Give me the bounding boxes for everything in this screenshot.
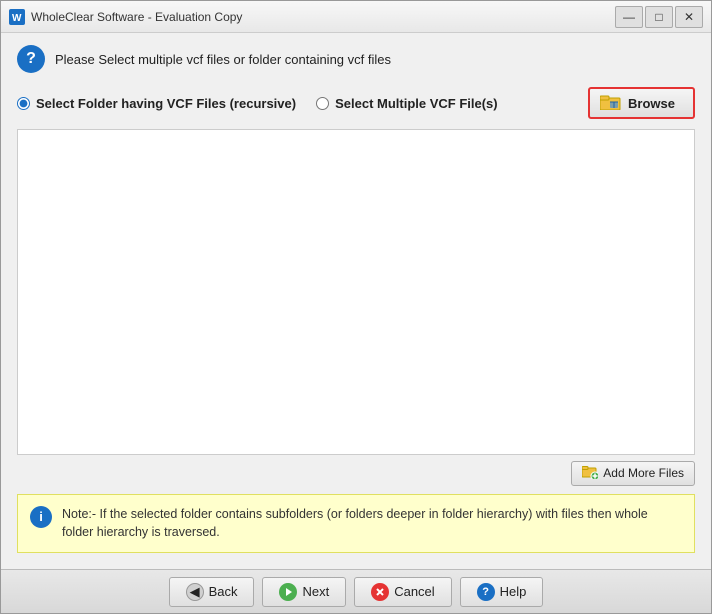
close-button[interactable]: ✕ xyxy=(675,6,703,28)
cancel-label: Cancel xyxy=(394,584,434,599)
add-more-label: Add More Files xyxy=(603,466,684,480)
next-icon xyxy=(279,583,297,601)
minimize-button[interactable]: — xyxy=(615,6,643,28)
help-label: Help xyxy=(500,584,527,599)
browse-label: Browse xyxy=(628,96,675,111)
main-window: W WholeClear Software - Evaluation Copy … xyxy=(0,0,712,614)
add-more-row: Add More Files xyxy=(17,461,695,486)
content-area: ? Please Select multiple vcf files or fo… xyxy=(1,33,711,569)
cancel-icon xyxy=(371,583,389,601)
header-row: ? Please Select multiple vcf files or fo… xyxy=(17,45,695,73)
help-button[interactable]: ? Help xyxy=(460,577,544,607)
next-label: Next xyxy=(302,584,329,599)
radio-folder-label: Select Folder having VCF Files (recursiv… xyxy=(36,96,296,111)
question-icon: ? xyxy=(17,45,45,73)
radio-files-input[interactable] xyxy=(316,97,329,110)
radio-files-label: Select Multiple VCF File(s) xyxy=(335,96,498,111)
add-files-icon xyxy=(582,465,598,482)
back-icon: ◀ xyxy=(186,583,204,601)
back-label: Back xyxy=(209,584,238,599)
app-icon: W xyxy=(9,9,25,25)
radio-folder-input[interactable] xyxy=(17,97,30,110)
window-controls: — □ ✕ xyxy=(615,6,703,28)
options-row: Select Folder having VCF Files (recursiv… xyxy=(17,87,695,119)
help-btn-icon: ? xyxy=(477,583,495,601)
radio-folder-option[interactable]: Select Folder having VCF Files (recursiv… xyxy=(17,96,296,111)
cancel-button[interactable]: Cancel xyxy=(354,577,451,607)
browse-button[interactable]: Browse xyxy=(588,87,695,119)
window-title: WholeClear Software - Evaluation Copy xyxy=(31,10,615,24)
next-button[interactable]: Next xyxy=(262,577,346,607)
add-more-files-button[interactable]: Add More Files xyxy=(571,461,695,486)
footer-bar: ◀ Back Next Cancel ? xyxy=(1,569,711,613)
header-text: Please Select multiple vcf files or fold… xyxy=(55,52,391,67)
info-icon: i xyxy=(30,506,52,528)
file-list-area xyxy=(17,129,695,455)
back-button[interactable]: ◀ Back xyxy=(169,577,255,607)
title-bar: W WholeClear Software - Evaluation Copy … xyxy=(1,1,711,33)
radio-files-option[interactable]: Select Multiple VCF File(s) xyxy=(316,96,498,111)
note-text: Note:- If the selected folder contains s… xyxy=(62,505,682,543)
folder-browse-icon xyxy=(600,93,622,113)
browse-btn-wrapper: Browse xyxy=(588,87,695,119)
svg-text:W: W xyxy=(12,13,22,24)
maximize-button[interactable]: □ xyxy=(645,6,673,28)
note-box: i Note:- If the selected folder contains… xyxy=(17,494,695,554)
